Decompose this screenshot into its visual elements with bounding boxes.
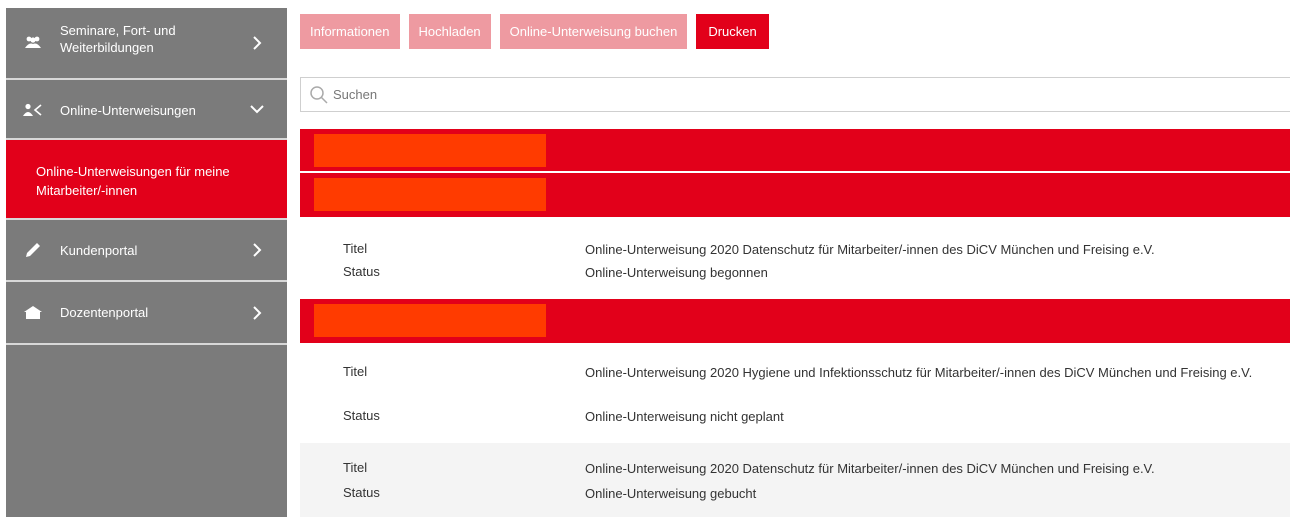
- chevron-right-icon: [253, 305, 262, 320]
- title-value: Online-Unterweisung 2020 Datenschutz für…: [585, 461, 1155, 476]
- search-input[interactable]: [333, 87, 1233, 102]
- status-value: Online-Unterweisung begonnen: [585, 265, 768, 280]
- title-value: Online-Unterweisung 2020 Hygiene und Inf…: [585, 365, 1253, 380]
- toolbar: Informationen Hochladen Online-Unterweis…: [300, 14, 769, 49]
- sidebar: Seminare, Fort- und Weiterbildungen Onli…: [6, 8, 287, 517]
- people-icon: [23, 32, 43, 52]
- group-header[interactable]: [300, 173, 1290, 217]
- redaction-block: [314, 304, 546, 337]
- print-button[interactable]: Drucken: [696, 14, 769, 49]
- sidebar-item-online[interactable]: Online-Unterweisungen: [6, 80, 287, 140]
- pencil-icon: [23, 240, 43, 260]
- search-bar: [300, 77, 1290, 112]
- chevron-down-icon: [250, 105, 264, 114]
- house-icon: [23, 302, 43, 322]
- sidebar-item-label: Seminare, Fort- und Weiterbildungen: [60, 23, 176, 55]
- book-online-instruction-button[interactable]: Online-Unterweisung buchen: [499, 14, 688, 49]
- info-button[interactable]: Informationen: [300, 14, 400, 49]
- title-key: Titel: [343, 241, 368, 256]
- title-key: Titel: [343, 364, 368, 379]
- status-value: Online-Unterweisung gebucht: [585, 486, 757, 501]
- sidebar-item-kundenportal[interactable]: Kundenportal: [6, 220, 287, 282]
- status-key: Status: [343, 408, 380, 423]
- sidebar-item-label: Dozentenportal: [60, 305, 149, 320]
- group-header[interactable]: [300, 129, 1290, 171]
- status-value: Online-Unterweisung nicht geplant: [585, 409, 784, 424]
- redaction-block: [314, 134, 546, 167]
- list-item[interactable]: Titel Online-Unterweisung 2020 Datenschu…: [300, 232, 1290, 290]
- title-key: Titel: [343, 460, 368, 475]
- person-share-icon: [23, 100, 43, 120]
- chevron-right-icon: [253, 36, 262, 50]
- sidebar-item-seminare[interactable]: Seminare, Fort- und Weiterbildungen: [6, 8, 287, 80]
- title-value: Online-Unterweisung 2020 Datenschutz für…: [585, 242, 1155, 257]
- sidebar-item-dozentenportal[interactable]: Dozentenportal: [6, 282, 287, 345]
- status-key: Status: [343, 264, 380, 279]
- list-item[interactable]: Titel Online-Unterweisung 2020 Datenschu…: [300, 443, 1290, 517]
- search-icon: [310, 85, 328, 104]
- group-header[interactable]: [300, 299, 1290, 343]
- redaction-block: [314, 178, 546, 211]
- sidebar-subitem-online-mitarbeiter[interactable]: Online-Unterweisungen für meine Mitarbei…: [6, 140, 287, 220]
- sidebar-item-label: Kundenportal: [60, 243, 138, 258]
- sidebar-item-label: Online-Unterweisungen: [60, 103, 196, 118]
- chevron-right-icon: [253, 243, 262, 257]
- list-item[interactable]: Titel Online-Unterweisung 2020 Hygiene u…: [300, 356, 1290, 436]
- upload-button[interactable]: Hochladen: [408, 14, 491, 49]
- status-key: Status: [343, 485, 380, 500]
